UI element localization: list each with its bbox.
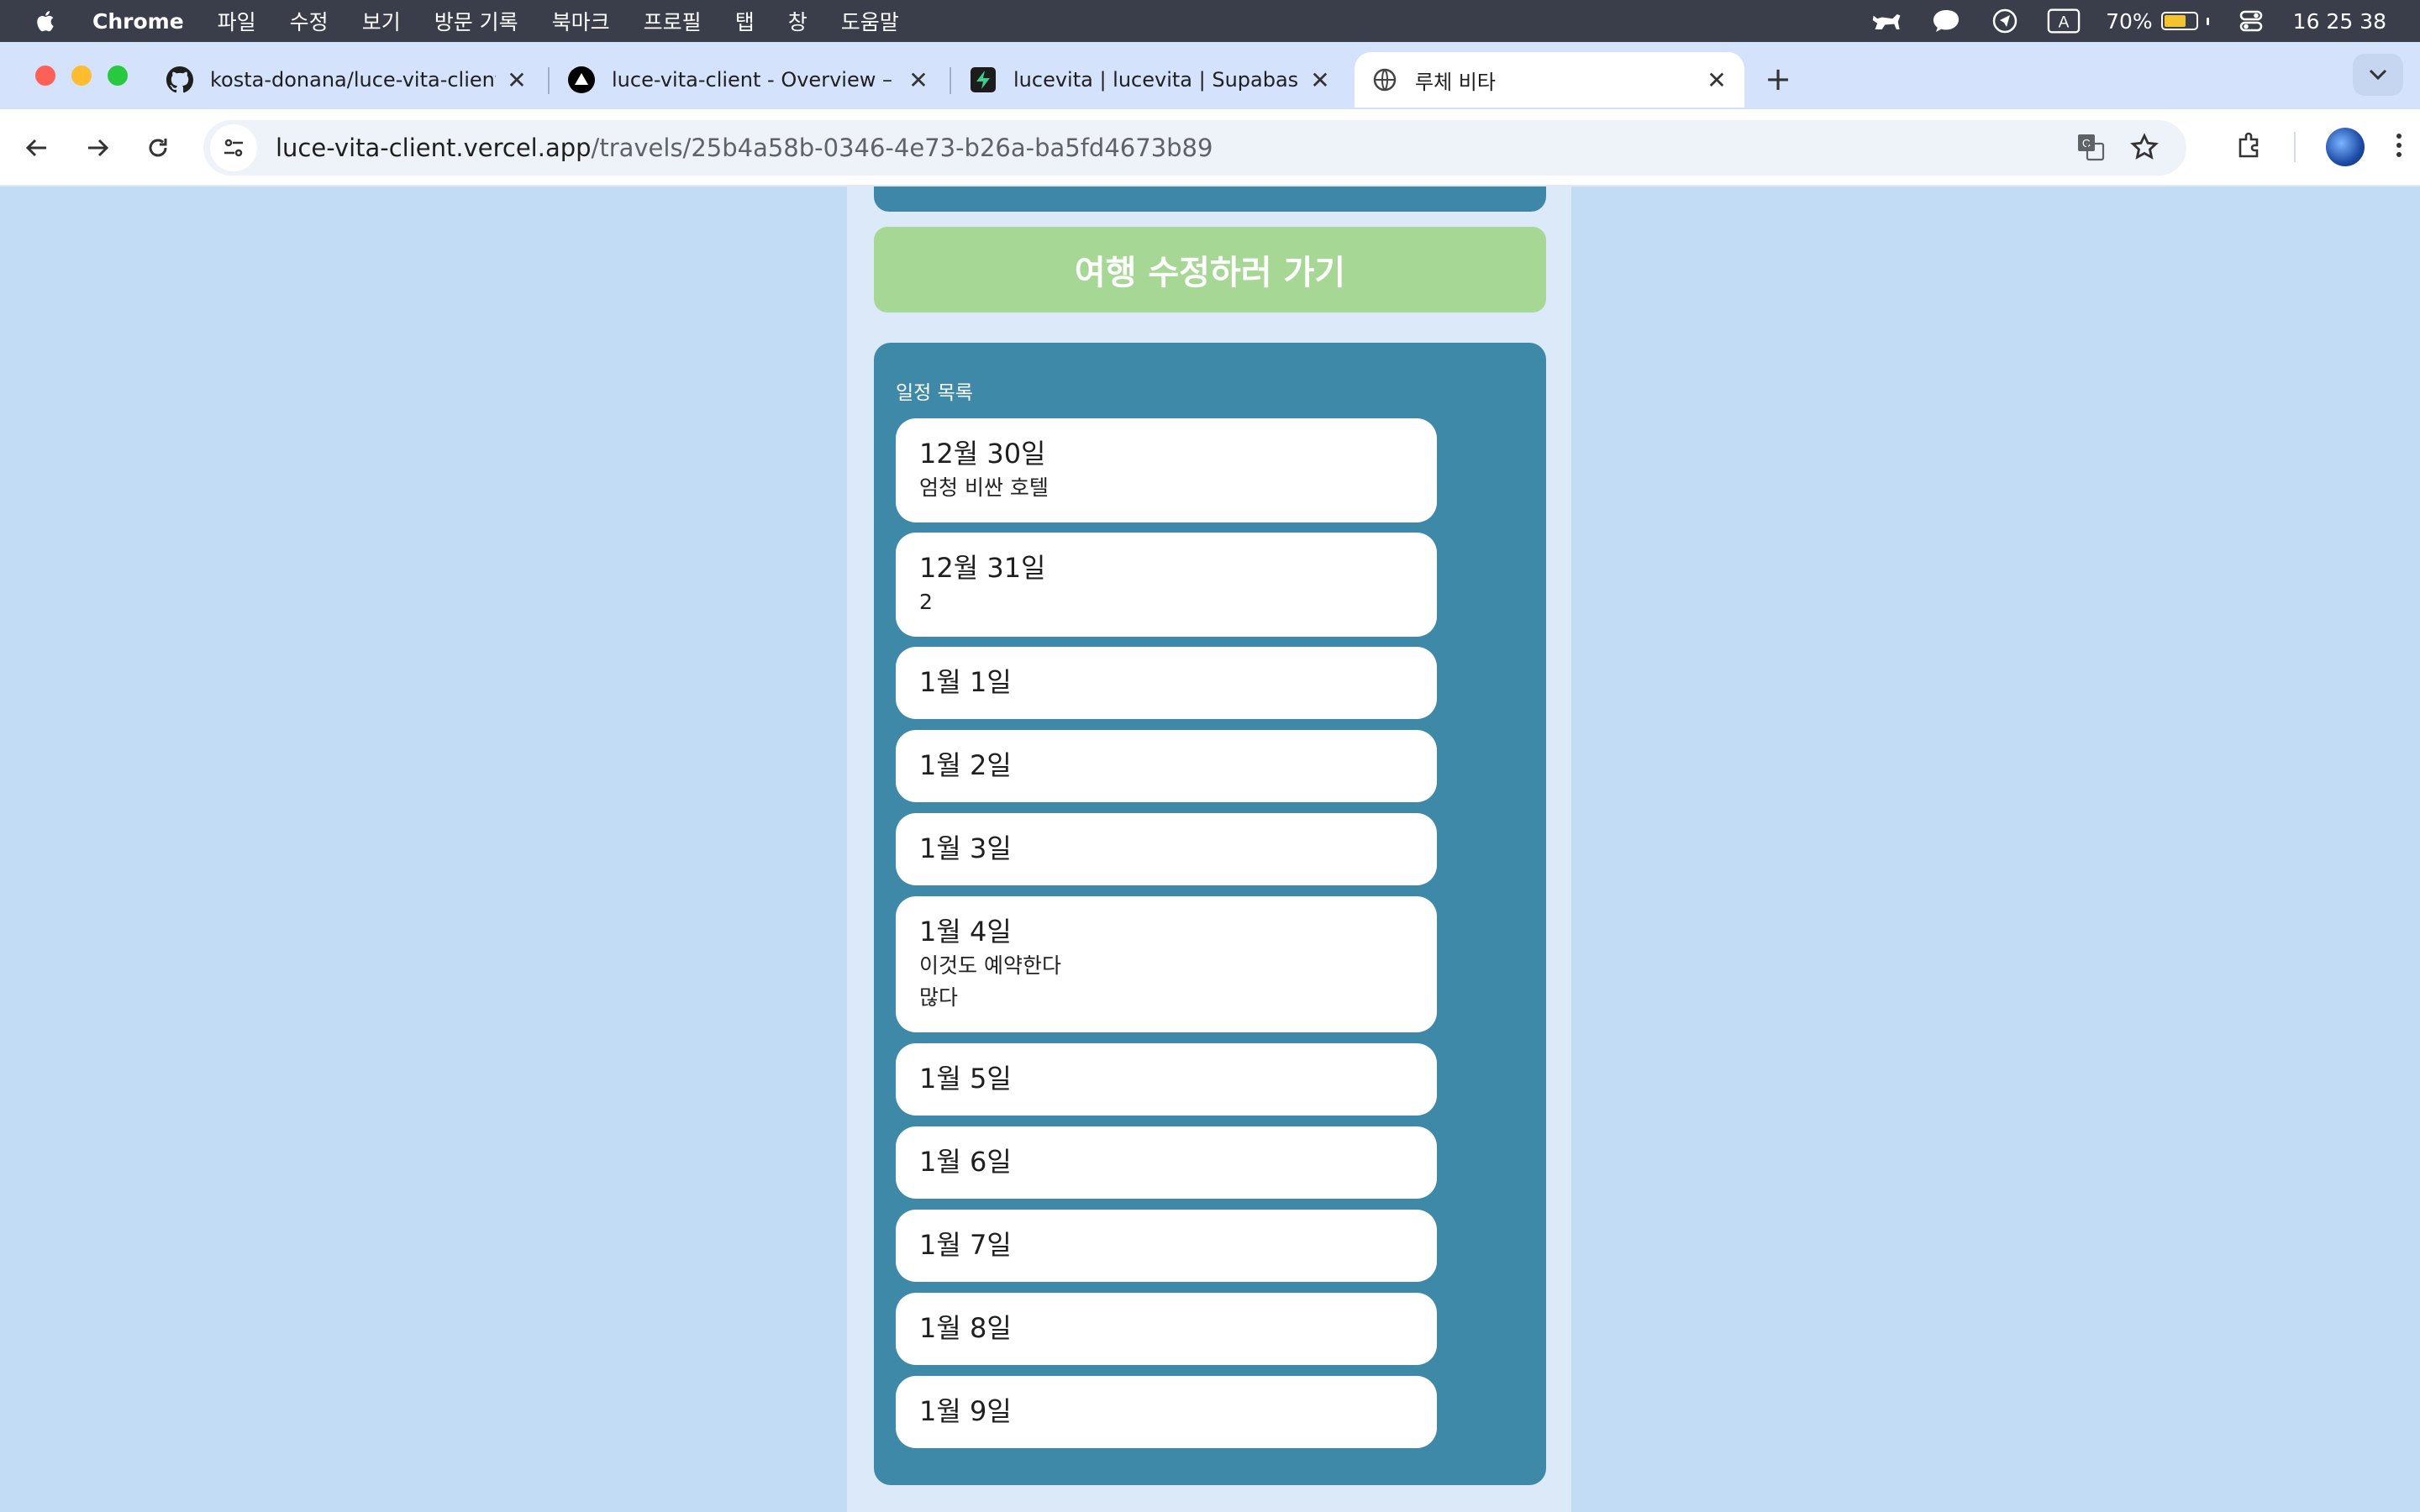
day-note: 엄청 비싼 호텔 — [919, 475, 1049, 500]
tab-close-icon[interactable]: ✕ — [906, 66, 931, 94]
day-card[interactable]: 1월 1일 — [896, 647, 1437, 719]
window-controls — [35, 66, 128, 86]
macos-menu-bar: Chrome 파일 수정 보기 방문 기록 북마크 프로필 탭 창 도움말 A … — [0, 0, 2420, 42]
globe-icon — [1371, 66, 1398, 93]
schedule-title: 일정 목록 — [896, 382, 973, 404]
reload-icon — [149, 139, 167, 157]
day-date: 1월 1일 — [919, 666, 1012, 698]
input-method-icon[interactable]: A — [2047, 8, 2081, 34]
previous-section-card — [874, 186, 1546, 212]
url-host: luce-vita-client.vercel.app — [276, 134, 592, 162]
status-area: A 70% 16 25 38 — [1870, 0, 2386, 42]
day-date: 1월 4일 — [919, 916, 1012, 948]
clock[interactable]: 16 25 38 — [2293, 9, 2386, 34]
day-card[interactable]: 1월 9일 — [896, 1376, 1437, 1448]
edit-travel-button[interactable]: 여행 수정하러 가기 — [874, 227, 1546, 312]
battery-icon — [2160, 12, 2198, 30]
url-text: luce-vita-client.vercel.app/travels/25b4… — [276, 134, 1213, 162]
day-date: 1월 9일 — [919, 1395, 1012, 1427]
day-note: 2 — [919, 590, 933, 614]
page-viewport: 여행 수정하러 가기 일정 목록 12월 30일 엄청 비싼 호텔 12월 31… — [0, 186, 2420, 1512]
day-card[interactable]: 12월 30일 엄청 비싼 호텔 — [896, 418, 1437, 522]
arrow-left-icon — [25, 139, 46, 157]
address-bar[interactable]: luce-vita-client.vercel.app/travels/25b4… — [203, 120, 2186, 176]
url-path: /travels/25b4a58b-0346-4e73-b26a-ba5fd46… — [591, 134, 1213, 162]
day-date: 1월 8일 — [919, 1312, 1012, 1344]
chevron-down-icon — [2369, 69, 2387, 81]
day-date: 12월 31일 — [919, 552, 1046, 584]
day-card[interactable]: 1월 5일 — [896, 1043, 1437, 1116]
day-card[interactable]: 1월 6일 — [896, 1126, 1437, 1199]
day-note: 많다 — [919, 985, 959, 1010]
day-date: 1월 2일 — [919, 749, 1012, 781]
supabase-icon — [970, 66, 997, 93]
tab-title: 루체 비타 — [1415, 70, 1496, 94]
menu-profiles[interactable]: 프로필 — [644, 6, 702, 36]
tab-close-icon[interactable]: ✕ — [504, 66, 529, 94]
day-date: 1월 6일 — [919, 1146, 1012, 1178]
svg-text:A: A — [2059, 14, 2070, 32]
menu-window[interactable]: 창 — [788, 6, 808, 36]
tab-close-icon[interactable]: ✕ — [1704, 66, 1729, 94]
minimize-window-button[interactable] — [71, 66, 92, 86]
zoom-window-button[interactable] — [108, 66, 128, 86]
day-date: 1월 3일 — [919, 832, 1012, 864]
tab-close-icon[interactable]: ✕ — [1307, 66, 1333, 94]
apple-logo-icon[interactable] — [34, 8, 59, 34]
day-date: 12월 30일 — [919, 438, 1046, 470]
close-window-button[interactable] — [35, 66, 55, 86]
menu-history[interactable]: 방문 기록 — [434, 6, 518, 36]
toolbar-right — [2235, 128, 2403, 166]
day-card[interactable]: 1월 4일 이것도 예약한다 많다 — [896, 896, 1437, 1032]
day-card[interactable]: 1월 8일 — [896, 1293, 1437, 1365]
menu-edit[interactable]: 수정 — [290, 6, 329, 36]
cat-app-icon[interactable] — [1870, 8, 1904, 34]
reload-button[interactable] — [138, 128, 178, 168]
tab-vercel[interactable]: luce-vita-client - Overview – ✕ — [551, 52, 946, 108]
new-tab-button[interactable]: + — [1760, 60, 1797, 97]
schedule-panel: 일정 목록 12월 30일 엄청 비싼 호텔 12월 31일 2 1월 1일 1… — [874, 343, 1546, 1485]
arrow-right-icon — [88, 139, 109, 157]
content-column: 여행 수정하러 가기 일정 목록 12월 30일 엄청 비싼 호텔 12월 31… — [847, 186, 1571, 1512]
profile-avatar[interactable] — [2326, 128, 2365, 166]
menu-file[interactable]: 파일 — [218, 6, 256, 36]
site-info-icon[interactable] — [210, 124, 257, 171]
tab-title: lucevita | lucevita | Supabase — [1013, 68, 1299, 92]
bookmark-star-icon[interactable] — [2128, 130, 2161, 164]
browser-toolbar: luce-vita-client.vercel.app/travels/25b4… — [0, 109, 2420, 186]
menu-view[interactable]: 보기 — [362, 6, 401, 36]
battery-status[interactable]: 70% — [2106, 9, 2209, 34]
day-date: 1월 5일 — [919, 1063, 1012, 1095]
chat-bubble-icon[interactable] — [1929, 8, 1963, 34]
nav-arrow-icon[interactable] — [1988, 8, 2022, 34]
menu-tab[interactable]: 탭 — [735, 6, 755, 36]
vercel-icon — [568, 66, 595, 93]
tab-supabase[interactable]: lucevita | lucevita | Supabase ✕ — [953, 52, 1348, 108]
day-note: 이것도 예약한다 — [919, 953, 1061, 978]
battery-percent: 70% — [2106, 8, 2153, 34]
app-name-menu[interactable]: Chrome — [92, 9, 184, 34]
more-menu-icon[interactable] — [2395, 132, 2403, 162]
translate-icon[interactable]: G — [2074, 130, 2107, 164]
tab-luce-vita[interactable]: 루체 비타 ✕ — [1355, 52, 1744, 108]
menu-bookmarks[interactable]: 북마크 — [552, 6, 610, 36]
back-button[interactable] — [17, 128, 57, 168]
day-card[interactable]: 1월 3일 — [896, 813, 1437, 885]
tab-github[interactable]: kosta-donana/luce-vita-client ✕ — [150, 52, 544, 108]
control-center-icon[interactable] — [2234, 8, 2268, 34]
tab-title: kosta-donana/luce-vita-client — [210, 68, 496, 92]
tab-title: luce-vita-client - Overview – — [612, 68, 892, 92]
github-icon — [166, 66, 193, 93]
tab-strip: kosta-donana/luce-vita-client ✕ luce-vit… — [0, 42, 2420, 109]
menu-help[interactable]: 도움말 — [841, 6, 899, 36]
day-card[interactable]: 1월 7일 — [896, 1210, 1437, 1282]
extensions-icon[interactable] — [2235, 131, 2264, 163]
day-card[interactable]: 12월 31일 2 — [896, 533, 1437, 637]
forward-button[interactable] — [77, 128, 118, 168]
tab-search-button[interactable] — [2353, 54, 2403, 96]
day-card[interactable]: 1월 2일 — [896, 730, 1437, 802]
day-date: 1월 7일 — [919, 1229, 1012, 1261]
